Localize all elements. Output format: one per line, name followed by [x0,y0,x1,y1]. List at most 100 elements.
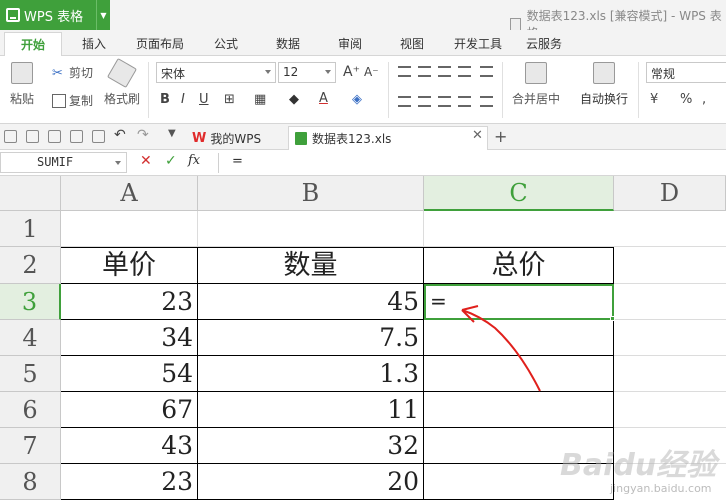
spreadsheet-icon [295,132,307,145]
cell-b4[interactable]: 7.5 [198,320,424,356]
align-bottom-icon[interactable] [438,66,451,77]
cell-a3[interactable]: 23 [61,284,198,320]
select-all-corner[interactable] [0,176,61,211]
italic-icon[interactable]: I [181,92,185,107]
column-header-a[interactable]: A [61,176,198,211]
font-name-value: 宋体 [161,67,186,81]
copy-label: 复制 [69,94,94,108]
fill-handle[interactable] [610,316,615,321]
tab-data[interactable]: 数据 [276,35,300,52]
align-left-icon[interactable] [398,96,411,107]
column-header-b[interactable]: B [198,176,424,211]
format-painter-label: 格式刷 [104,92,141,106]
undo-icon[interactable]: ↶ [114,127,126,143]
font-name-select[interactable]: 宋体 [156,62,276,83]
new-tab-icon[interactable]: + [494,127,507,146]
fill-color-icon[interactable]: ◆ [289,92,299,107]
row-header-6[interactable]: 6 [0,392,61,428]
column-header-c[interactable]: C [424,176,614,211]
tab-page-layout[interactable]: 页面布局 [136,35,184,52]
app-menu-button[interactable]: WPS 表格 ▼ [0,0,110,30]
insert-function-icon[interactable]: fx [188,153,200,168]
tab-developer[interactable]: 开发工具 [454,35,502,52]
confirm-icon[interactable]: ✓ [165,153,177,169]
save-icon[interactable] [26,130,39,143]
tab-document[interactable]: 数据表123.xls [288,126,488,150]
header-unit-price[interactable]: 单价 [61,247,198,284]
print-icon[interactable] [70,130,83,143]
cell-b8[interactable]: 20 [198,464,424,500]
orientation-icon[interactable] [458,66,471,77]
format-painter-button[interactable]: 格式刷 [104,57,141,107]
cell-b7[interactable]: 32 [198,428,424,464]
ribbon-home: 粘贴 ✂ 剪切 复制 格式刷 宋体 12 A⁺ A⁻ B I U ⊞ ▦ ◆ A… [0,56,726,124]
chevron-down-icon [325,70,331,74]
currency-icon[interactable]: ¥ [650,92,658,107]
header-total[interactable]: 总价 [424,247,614,284]
row-header-2[interactable]: 2 [0,247,61,284]
align-middle-icon[interactable] [418,66,431,77]
percent-icon[interactable]: % [680,92,692,107]
tab-home[interactable]: 开始 [4,32,63,57]
cell-c6[interactable] [424,392,614,428]
open-icon[interactable] [4,130,17,143]
tab-view[interactable]: 视图 [400,35,424,52]
cell-a7[interactable]: 43 [61,428,198,464]
cell-b3[interactable]: 45 [198,284,424,320]
copy-button[interactable]: 复制 [52,92,93,109]
tab-review[interactable]: 审阅 [338,35,362,52]
formula-input[interactable]: = [232,154,243,169]
wrap-text-button[interactable]: 自动换行 [580,62,628,107]
row-header-5[interactable]: 5 [0,356,61,392]
cell-b5[interactable]: 1.3 [198,356,424,392]
column-header-d[interactable]: D [614,176,726,211]
paste-button[interactable]: 粘贴 [10,62,34,107]
underline-icon[interactable]: U [199,92,209,107]
justify-icon[interactable] [458,96,471,107]
divider [218,153,219,173]
tab-insert[interactable]: 插入 [82,35,106,52]
header-quantity[interactable]: 数量 [198,247,424,284]
preview-icon[interactable] [92,130,105,143]
font-size-select[interactable]: 12 [278,62,336,83]
number-format-select[interactable]: 常规 [646,62,726,83]
name-box[interactable]: SUMIF [0,152,127,173]
tab-my-wps[interactable]: W 我的WPS [186,126,290,150]
row-header-4[interactable]: 4 [0,320,61,356]
cell-a4[interactable]: 34 [61,320,198,356]
bold-icon[interactable]: B [160,92,170,107]
tab-formulas[interactable]: 公式 [214,35,238,52]
cell-style-icon[interactable]: ▦ [254,92,266,107]
border-icon[interactable]: ⊞ [224,92,235,107]
cell-b6[interactable]: 11 [198,392,424,428]
print-preview-icon[interactable] [48,130,61,143]
row-header-3[interactable]: 3 [0,284,61,320]
quick-access-menu-icon[interactable]: ▼ [168,128,176,139]
wrap-icon[interactable] [480,66,493,77]
align-right-icon[interactable] [438,96,451,107]
row-header-8[interactable]: 8 [0,464,61,500]
clear-format-icon[interactable]: ◈ [352,92,362,107]
chevron-down-icon[interactable]: ▼ [96,0,110,30]
cell-a5[interactable]: 54 [61,356,198,392]
font-grow-icon[interactable]: A⁺ [343,64,360,80]
distributed-icon[interactable] [480,96,493,107]
chevron-down-icon [115,161,121,165]
cancel-icon[interactable]: ✕ [140,153,152,169]
merge-center-button[interactable]: 合并居中 [512,62,560,107]
row-header-1[interactable]: 1 [0,211,61,247]
cell-a8[interactable]: 23 [61,464,198,500]
cut-button[interactable]: ✂ 剪切 [52,64,93,81]
tab-cloud[interactable]: 云服务 [526,35,562,52]
active-cell-editor[interactable]: = [430,289,447,313]
font-color-icon[interactable]: A [319,91,328,106]
row-header-7[interactable]: 7 [0,428,61,464]
cell-a6[interactable]: 67 [61,392,198,428]
close-icon[interactable]: ✕ [472,128,483,143]
align-top-icon[interactable] [398,66,411,77]
font-shrink-icon[interactable]: A⁻ [364,65,379,79]
gridline [614,427,726,428]
align-center-icon[interactable] [418,96,431,107]
redo-icon[interactable]: ↷ [137,127,149,143]
thousands-icon[interactable]: , [702,92,706,107]
